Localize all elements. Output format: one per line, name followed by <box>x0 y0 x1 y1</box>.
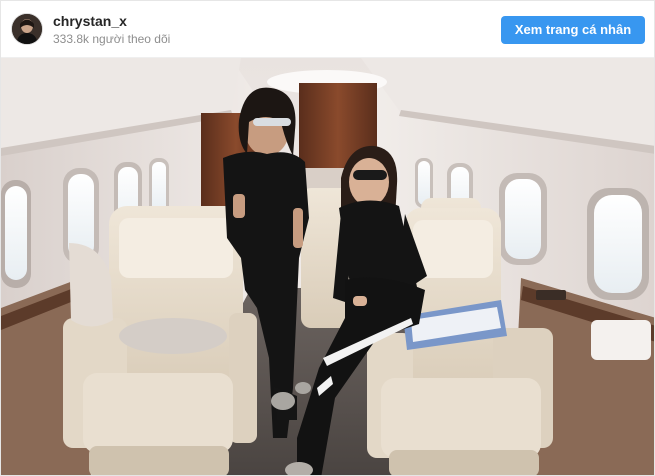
username-link[interactable]: chrystan_x <box>53 13 127 29</box>
avatar[interactable] <box>12 14 42 44</box>
post-header: chrystan_x 333.8k người theo dõi Xem tra… <box>1 1 654 58</box>
private-jet-cabin-photo <box>1 58 654 475</box>
instagram-embed-card: chrystan_x 333.8k người theo dõi Xem tra… <box>0 0 655 476</box>
profile-photo-icon <box>12 14 42 44</box>
follower-count: 333.8k người theo dõi <box>53 32 171 46</box>
post-photo[interactable] <box>1 58 654 475</box>
view-profile-button[interactable]: Xem trang cá nhân <box>501 16 645 44</box>
